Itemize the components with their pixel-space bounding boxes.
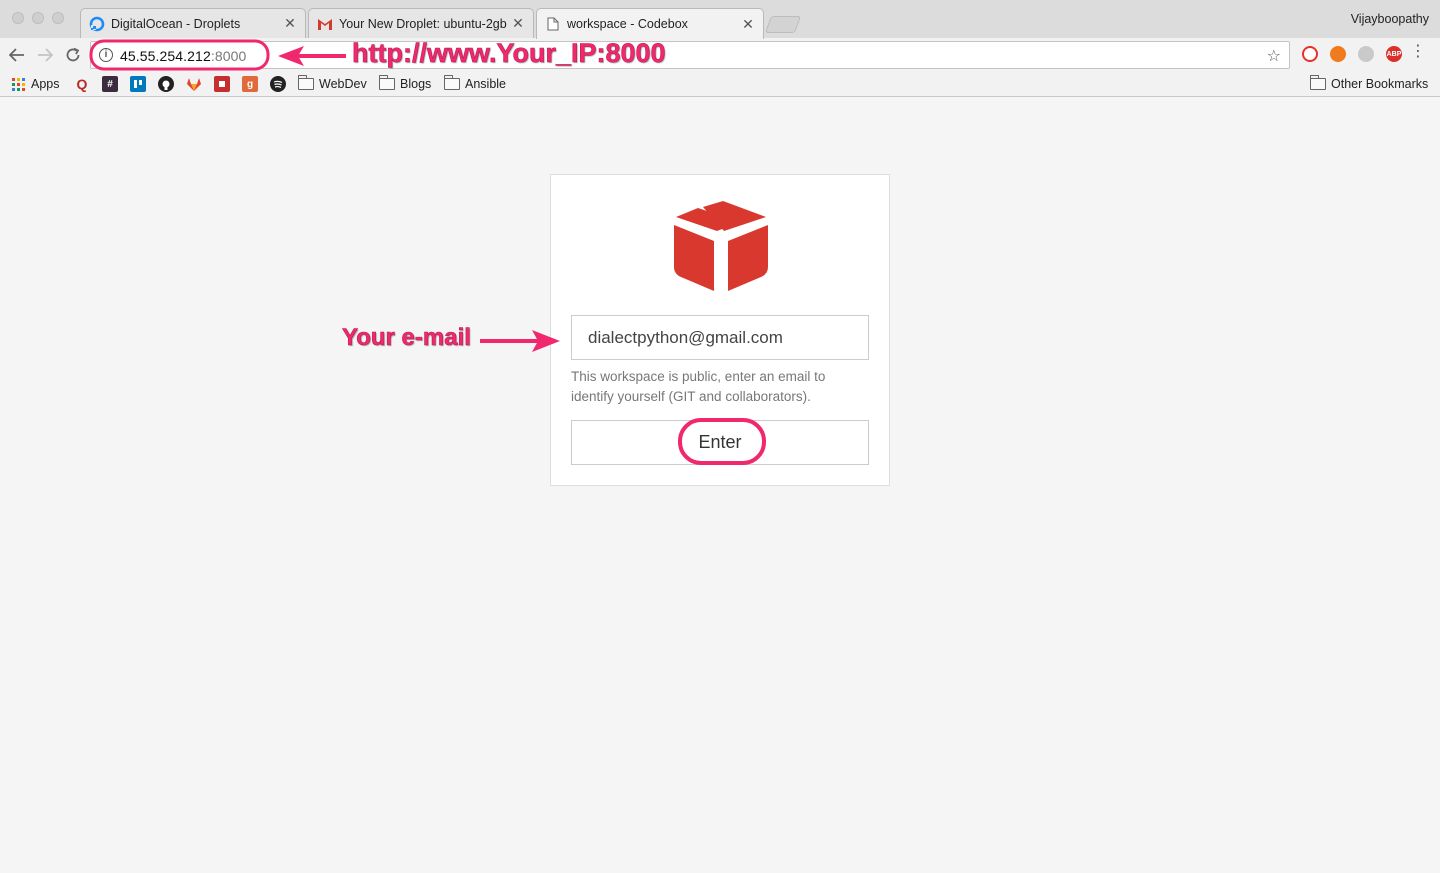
bookmark-label: Blogs	[400, 77, 432, 91]
hashtag-icon: #	[102, 76, 118, 92]
gmail-icon	[317, 16, 333, 32]
digitalocean-icon	[89, 16, 105, 32]
bookmark-label: Apps	[31, 77, 60, 91]
tab-strip: DigitalOcean - Droplets ✕ Your New Dropl…	[0, 0, 1440, 39]
spotify-icon	[270, 76, 286, 92]
forward-arrow-icon[interactable]	[34, 44, 56, 66]
bookmark-red-app[interactable]	[214, 75, 230, 93]
tab-digitalocean[interactable]: DigitalOcean - Droplets ✕	[80, 8, 306, 38]
opera-extension-icon[interactable]	[1302, 46, 1318, 62]
codebox-box-icon	[674, 201, 768, 291]
bookmark-goodreads[interactable]: g	[242, 75, 258, 93]
close-window-button[interactable]	[12, 12, 24, 24]
quora-icon: Q	[76, 76, 88, 92]
bookmark-hashtag[interactable]: #	[102, 75, 118, 93]
bookmark-star-icon[interactable]: ☆	[1267, 46, 1281, 66]
github-icon	[158, 76, 174, 92]
help-text: This workspace is public, enter an email…	[571, 369, 826, 404]
bookmark-folder-ansible[interactable]: Ansible	[444, 75, 506, 93]
reload-icon[interactable]	[62, 44, 84, 66]
adblock-plus-icon[interactable]: ABP	[1386, 46, 1402, 62]
back-arrow-icon[interactable]	[6, 44, 28, 66]
bookmark-quora[interactable]: Q	[74, 75, 90, 93]
url-host: 45.55.254.212	[120, 48, 211, 64]
bookmark-folder-blogs[interactable]: Blogs	[379, 75, 431, 93]
bookmark-label: WebDev	[319, 77, 367, 91]
tab-title: DigitalOcean - Droplets	[111, 16, 241, 31]
page-icon	[545, 16, 561, 32]
bookmarks-bar: Apps Q # g WebDev Blogs Ansible Other Bo…	[0, 72, 1440, 96]
url-text: 45.55.254.212:8000	[120, 48, 246, 64]
login-card: This workspace is public, enter an email…	[550, 174, 890, 486]
bookmark-other[interactable]: Other Bookmarks	[1310, 75, 1428, 93]
email-field[interactable]	[571, 315, 869, 360]
bookmark-folder-webdev[interactable]: WebDev	[298, 75, 367, 93]
folder-icon	[444, 75, 460, 90]
tab-title: workspace - Codebox	[567, 17, 688, 31]
bookmark-label: Ansible	[465, 77, 506, 91]
glasses-extension-icon[interactable]	[1358, 46, 1374, 62]
g-letter-icon: g	[242, 76, 258, 92]
apps-grid-icon	[12, 77, 25, 91]
tab-codebox[interactable]: workspace - Codebox ✕	[536, 8, 764, 39]
browser-toolbar: i 45.55.254.212:8000 ☆ ABP ⋮	[0, 38, 1440, 72]
url-port: :8000	[210, 48, 247, 64]
new-tab-button[interactable]	[764, 16, 802, 33]
minimize-window-button[interactable]	[32, 12, 44, 24]
profile-name[interactable]: Vijayboopathy	[1351, 12, 1429, 26]
bookmark-gitlab[interactable]	[186, 75, 202, 93]
site-info-icon[interactable]: i	[99, 48, 113, 62]
bookmark-github[interactable]	[158, 75, 174, 93]
gitlab-icon	[186, 76, 202, 92]
close-tab-icon[interactable]: ✕	[511, 15, 525, 32]
folder-icon	[298, 75, 314, 90]
bookmark-apps[interactable]: Apps	[12, 75, 60, 93]
bookmark-trello[interactable]	[130, 75, 146, 93]
browser-chrome: DigitalOcean - Droplets ✕ Your New Dropl…	[0, 0, 1440, 97]
close-tab-icon[interactable]: ✕	[283, 15, 297, 32]
close-tab-icon[interactable]: ✕	[741, 16, 755, 33]
folder-icon	[379, 75, 395, 90]
fox-extension-icon[interactable]	[1330, 46, 1346, 62]
folder-icon	[1310, 75, 1326, 90]
bookmark-spotify[interactable]	[270, 75, 286, 93]
tab-gmail[interactable]: Your New Droplet: ubuntu-2gb ✕	[308, 8, 534, 38]
red-square-icon	[214, 76, 230, 92]
bookmark-label: Other Bookmarks	[1331, 77, 1429, 91]
zoom-window-button[interactable]	[52, 12, 64, 24]
browser-menu-icon[interactable]: ⋮	[1410, 44, 1426, 60]
tab-title: Your New Droplet: ubuntu-2gb	[339, 16, 507, 31]
email-callout: Your e-mail	[342, 324, 472, 352]
enter-button[interactable]: Enter	[571, 420, 869, 465]
address-bar[interactable]: i 45.55.254.212:8000 ☆	[90, 41, 1290, 69]
trello-icon	[130, 76, 146, 92]
url-callout: http://www.Your_IP:8000	[352, 38, 666, 69]
